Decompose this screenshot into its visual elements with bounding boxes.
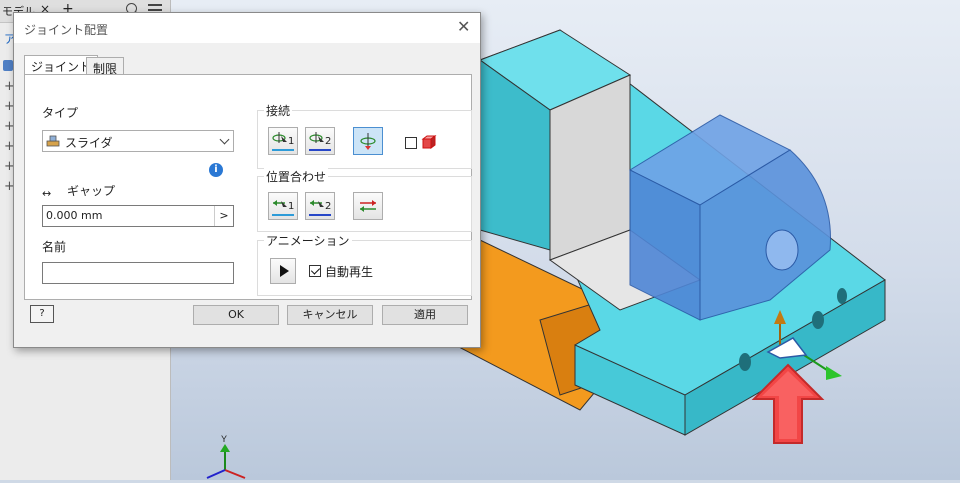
chevron-down-icon[interactable]: [219, 134, 230, 145]
info-icon[interactable]: i: [209, 163, 223, 177]
flip-component-button[interactable]: [353, 127, 383, 155]
align-select-icon: [310, 200, 324, 207]
align-select-2-button[interactable]: 2: [305, 192, 335, 220]
button-number: 1: [288, 201, 295, 212]
connect-group-title: 接続: [264, 102, 293, 119]
connect-group: 接続 1 2: [257, 102, 472, 169]
button-number: 1: [288, 136, 295, 147]
help-button[interactable]: ?: [30, 305, 54, 323]
gap-label: ギャップ: [67, 184, 116, 198]
gap-input[interactable]: 0.000 mm >: [42, 205, 234, 227]
selection-indicator: [309, 214, 331, 216]
joint-type-select[interactable]: スライダ: [42, 130, 234, 152]
connect-select-2-button[interactable]: 2: [305, 127, 335, 155]
flip-icon: [360, 133, 376, 150]
selection-indicator: [272, 214, 294, 216]
connect-select-1-button[interactable]: 1: [268, 127, 298, 155]
dialog-title: ジョイント配置: [24, 23, 109, 37]
triad-y-label: Y: [221, 434, 227, 444]
autoplay-label[interactable]: 自動再生: [325, 263, 373, 280]
cancel-button[interactable]: キャンセル: [287, 305, 373, 325]
interference-cube-icon: [421, 135, 437, 149]
apply-button[interactable]: 適用: [382, 305, 468, 325]
close-icon[interactable]: ✕: [457, 18, 470, 36]
tree-expand-icon[interactable]: +: [4, 80, 15, 93]
align-flip-icon: [360, 200, 376, 212]
align-select-1-button[interactable]: 1: [268, 192, 298, 220]
align-select-icon: [273, 200, 287, 207]
selection-indicator: [272, 149, 294, 151]
origin-select-icon: [309, 132, 324, 143]
joint-tab-panel: タイプ スライダ i ↔ ギャップ 0.000 mm > 名前 接続 1 2 位…: [24, 74, 472, 300]
tree-expand-icon[interactable]: +: [4, 100, 15, 113]
slider-joint-icon: [46, 135, 60, 147]
align-flip-button[interactable]: [353, 192, 383, 220]
tree-expand-icon[interactable]: +: [4, 120, 15, 133]
dialog-titlebar[interactable]: ジョイント配置 ✕: [14, 13, 480, 43]
gap-value: 0.000 mm: [46, 209, 103, 222]
tree-expand-icon[interactable]: +: [4, 140, 15, 153]
assembly-root-icon[interactable]: [3, 60, 13, 71]
play-animation-button[interactable]: [270, 258, 296, 284]
interference-checkbox[interactable]: [405, 137, 417, 149]
selection-indicator: [309, 149, 331, 151]
tree-expand-icon[interactable]: +: [4, 180, 15, 193]
animation-group: アニメーション 自動再生: [257, 232, 472, 296]
ok-button[interactable]: OK: [193, 305, 279, 325]
align-group-title: 位置合わせ: [264, 168, 329, 185]
autoplay-checkbox[interactable]: [309, 265, 321, 277]
gap-flyout-arrow-icon[interactable]: >: [214, 206, 233, 226]
name-label: 名前: [42, 240, 67, 254]
button-number: 2: [325, 136, 332, 147]
joint-placement-dialog: ジョイント配置 ✕ ジョイント 制限 タイプ スライダ i ↔ ギャップ 0.0…: [13, 12, 481, 348]
gap-icon: ↔: [42, 187, 52, 200]
red-annotation-arrow-icon: [751, 363, 825, 444]
animation-group-title: アニメーション: [264, 232, 352, 249]
name-input[interactable]: [42, 262, 234, 284]
joint-type-value: スライダ: [65, 136, 113, 150]
tree-expand-icon[interactable]: +: [4, 160, 15, 173]
type-label: タイプ: [42, 106, 79, 120]
origin-select-icon: [272, 132, 287, 143]
button-number: 2: [325, 201, 332, 212]
align-group: 位置合わせ 1 2: [257, 168, 472, 232]
tab-limits[interactable]: 制限: [86, 57, 125, 76]
